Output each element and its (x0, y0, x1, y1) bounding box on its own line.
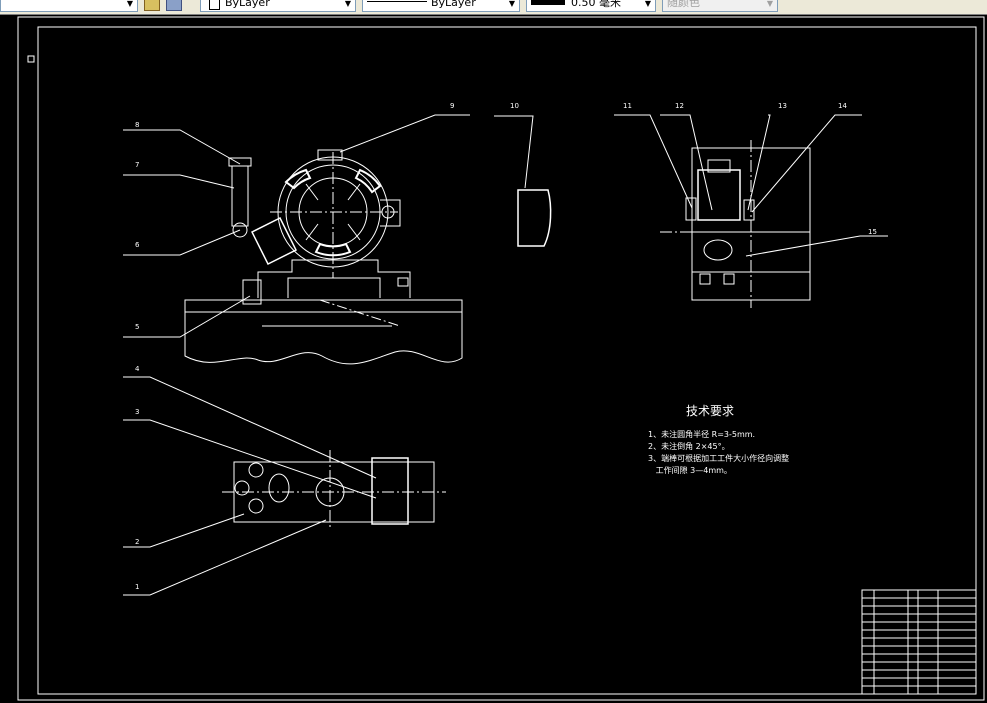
part-label-13: 13 (778, 102, 787, 110)
tech-requirement-1: 1、未注圆角半径 R=3-5mm. (648, 429, 755, 439)
color-control-value: ByLayer (225, 0, 270, 9)
chevron-down-icon[interactable]: ▼ (342, 0, 354, 10)
part-label-11: 11 (623, 102, 632, 110)
chevron-down-icon[interactable]: ▼ (506, 0, 518, 10)
color-swatch-icon (209, 0, 220, 10)
lineweight-control[interactable]: 0.50 毫米 ▼ (526, 0, 656, 12)
tech-requirement-4: 工作间隙 3—4mm。 (648, 465, 732, 475)
chevron-down-icon[interactable]: ▼ (764, 0, 776, 10)
part-label-3: 3 (135, 408, 139, 416)
drawing-canvas[interactable]: 1 2 3 4 5 6 7 8 9 10 11 12 13 14 15 技术要求… (0, 15, 987, 703)
color-control[interactable]: ByLayer ▼ (200, 0, 356, 12)
linetype-sample-icon (367, 1, 427, 2)
section-10-view (494, 115, 552, 247)
layer-previous-icon[interactable] (166, 0, 182, 11)
part-label-4: 4 (135, 365, 140, 373)
front-view (123, 114, 470, 365)
tech-requirement-2: 2、未注倒角 2×45°。 (648, 441, 730, 451)
sheet-outer-border (17, 16, 985, 701)
plotstyle-control-value: 随颜色 (667, 0, 700, 9)
lineweight-value: 0.50 (571, 0, 596, 9)
title-block (861, 589, 977, 695)
part-label-7: 7 (135, 161, 139, 169)
part-label-14: 14 (838, 102, 847, 110)
part-label-6: 6 (135, 241, 140, 249)
part-label-9: 9 (450, 102, 454, 110)
chevron-down-icon[interactable]: ▼ (642, 0, 654, 10)
layer-states-icon[interactable] (144, 0, 160, 11)
top-view (123, 376, 446, 596)
plotstyle-control[interactable]: 随颜色 ▼ (662, 0, 778, 12)
linetype-control[interactable]: ByLayer ▼ (362, 0, 520, 12)
linetype-control-value: ByLayer (431, 0, 476, 9)
sheet-inner-border (37, 26, 977, 695)
layer-dropdown[interactable]: ▼ (0, 0, 138, 12)
lineweight-unit: 毫米 (599, 0, 621, 9)
part-label-2: 2 (135, 538, 139, 546)
side-view (614, 114, 888, 308)
part-label-12: 12 (675, 102, 684, 110)
tech-requirement-3: 3、端棒可根据加工工件大小作径向调整 (648, 453, 789, 463)
part-label-8: 8 (135, 121, 139, 129)
chevron-down-icon[interactable]: ▼ (124, 0, 136, 10)
ucs-marker (27, 55, 35, 63)
part-label-5: 5 (135, 323, 139, 331)
part-label-1: 1 (135, 583, 139, 591)
lineweight-sample-icon (531, 0, 565, 5)
tech-requirements-title: 技术要求 (686, 404, 734, 418)
properties-toolbar: ▼ ByLayer ▼ ByLayer ▼ 0.50 毫米 ▼ 随颜色 ▼ (0, 0, 987, 15)
part-label-15: 15 (868, 228, 877, 236)
part-label-10: 10 (510, 102, 519, 110)
